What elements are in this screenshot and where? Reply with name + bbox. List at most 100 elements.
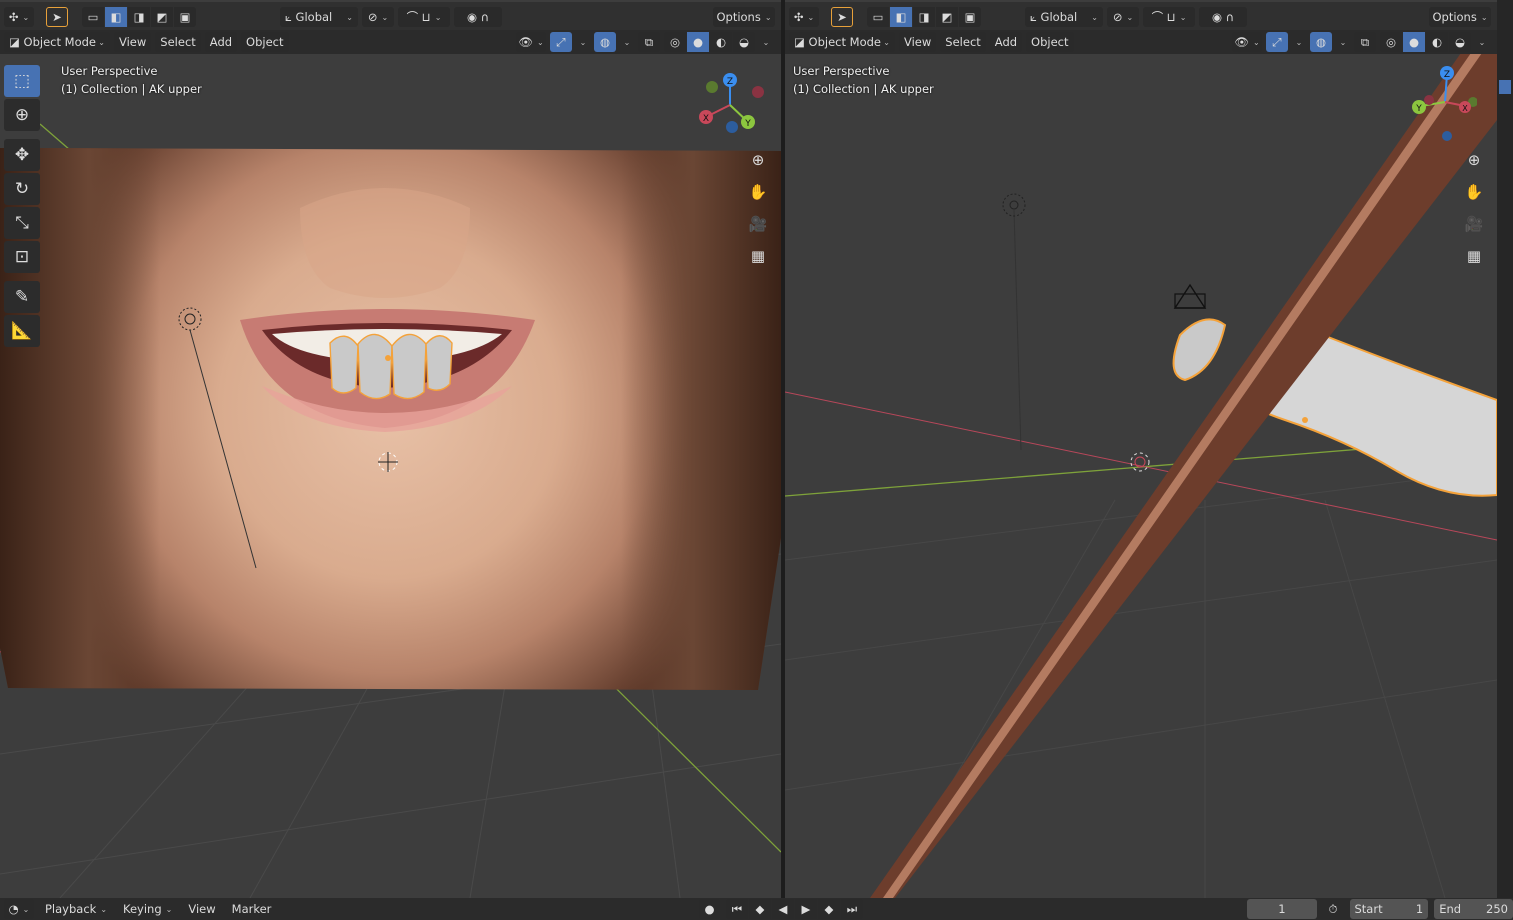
gizmo-dropdown[interactable]: ⌄	[1292, 32, 1306, 52]
overlay-toggle[interactable]: ◍	[1310, 32, 1332, 52]
select-tool-button[interactable]: ➤	[831, 7, 853, 27]
orientation-dropdown[interactable]: ⟀ Global ⌄	[280, 7, 358, 27]
tool-transform[interactable]: ⊡	[4, 241, 40, 273]
select-invert-button[interactable]: ◩	[936, 7, 958, 27]
record-button[interactable]: ●	[698, 899, 720, 919]
gizmo-dropdown[interactable]: ⌄	[576, 32, 590, 52]
timeline-editor-type[interactable]: ◔ ⌄	[4, 899, 34, 919]
pivot-dropdown[interactable]: ⊘ ⌄	[362, 7, 394, 27]
proportional-edit-dropdown[interactable]: ◉ ∩	[1199, 7, 1247, 27]
gizmo-toggle[interactable]: ⤢	[1266, 32, 1288, 52]
menu-add[interactable]: Add	[204, 32, 238, 52]
gizmo-toggle[interactable]: ⤢	[550, 32, 572, 52]
options-dropdown[interactable]: Options ⌄	[713, 7, 775, 27]
menu-view[interactable]: View	[899, 32, 937, 52]
shading-solid[interactable]: ●	[1403, 32, 1425, 52]
mode-dropdown[interactable]: ◪ Object Mode ⌄	[4, 32, 110, 52]
properties-panel-edge[interactable]	[1497, 0, 1513, 898]
next-keyframe-button[interactable]: ◆	[817, 899, 840, 919]
tool-select-box[interactable]: ⬚	[4, 65, 40, 97]
left-navigation-gizmo[interactable]: Z X Y	[690, 70, 770, 140]
select-new-button[interactable]: ▭	[867, 7, 889, 27]
tool-measure[interactable]: 📐	[4, 315, 40, 347]
shading-solid[interactable]: ●	[687, 32, 709, 52]
visibility-dropdown[interactable]: 👁 ⌄	[516, 32, 546, 52]
shading-rendered[interactable]: ◒	[1449, 32, 1471, 52]
jump-start-button[interactable]: ⏮	[725, 899, 748, 919]
proportional-edit-dropdown[interactable]: ◉ ∩	[454, 7, 502, 27]
select-invert-button[interactable]: ◩	[151, 7, 173, 27]
orientation-dropdown[interactable]: ⟀ Global ⌄	[1025, 7, 1103, 27]
play-reverse-button[interactable]: ◀	[771, 899, 794, 919]
grid-icon: ▦	[1466, 247, 1482, 265]
ortho-toggle-button[interactable]: ▦	[745, 244, 771, 268]
zoom-button[interactable]: ⊕	[1461, 148, 1487, 172]
select-intersect-button[interactable]: ▣	[959, 7, 981, 27]
tool-annotate[interactable]: ✎	[4, 281, 40, 313]
left-3d-viewport[interactable]: ✣ ⌄ ➤ ▭ ◧ ◨ ◩ ▣ ⟀ Global ⌄ ⊘ ⌄ ⌒ ⊔ ⌄ ◉ ∩ Opt…	[0, 0, 781, 898]
options-label: Options	[716, 10, 761, 24]
mode-dropdown[interactable]: ◪ Object Mode ⌄	[789, 32, 895, 52]
start-frame-field[interactable]: Start 1	[1349, 899, 1429, 919]
tool-move[interactable]: ✥	[4, 139, 40, 171]
tool-rotate[interactable]: ↻	[4, 173, 40, 205]
right-navigation-gizmo[interactable]: Z Y X	[1407, 62, 1477, 142]
menu-select[interactable]: Select	[940, 32, 986, 52]
select-extend-button[interactable]: ◧	[890, 7, 912, 27]
select-extend-button[interactable]: ◧	[105, 7, 127, 27]
shading-material[interactable]: ◐	[710, 32, 732, 52]
pan-button[interactable]: ✋	[745, 180, 771, 204]
menu-playback[interactable]: Playback ⌄	[40, 899, 112, 919]
shading-wireframe[interactable]: ◎	[1380, 32, 1402, 52]
pivot-icon: ⊘	[367, 10, 378, 24]
play-button[interactable]: ▶	[794, 899, 817, 919]
menu-view[interactable]: View	[114, 32, 152, 52]
menu-select[interactable]: Select	[155, 32, 201, 52]
select-tool-button[interactable]: ➤	[46, 7, 68, 27]
right-3d-viewport[interactable]: ✣ ⌄ ➤ ▭ ◧ ◨ ◩ ▣ ⟀ Global ⌄ ⊘ ⌄ ⌒ ⊔ ⌄ ◉ ∩ Opt…	[785, 0, 1497, 898]
shading-wireframe[interactable]: ◎	[664, 32, 686, 52]
menu-timeline-view[interactable]: View	[183, 899, 220, 919]
options-dropdown[interactable]: Options ⌄	[1429, 7, 1491, 27]
tool-cursor[interactable]: ⊕	[4, 99, 40, 131]
pan-button[interactable]: ✋	[1461, 180, 1487, 204]
preview-range-button[interactable]: ⏱	[1323, 899, 1344, 919]
editor-type-button[interactable]: ✣ ⌄	[789, 7, 819, 27]
shading-dropdown[interactable]: ⌄	[759, 32, 773, 52]
select-subtract-button[interactable]: ◨	[913, 7, 935, 27]
camera-view-button[interactable]: 🎥	[1461, 212, 1487, 236]
xray-toggle[interactable]: ⧉	[1354, 32, 1376, 52]
visibility-dropdown[interactable]: 👁 ⌄	[1232, 32, 1262, 52]
shading-dropdown[interactable]: ⌄	[1475, 32, 1489, 52]
select-intersect-icon: ▣	[964, 10, 976, 24]
orientation-icon: ⟀	[285, 9, 292, 24]
menu-keying[interactable]: Keying ⌄	[118, 899, 177, 919]
menu-object[interactable]: Object	[241, 32, 289, 52]
zoom-button[interactable]: ⊕	[745, 148, 771, 172]
menu-add[interactable]: Add	[989, 32, 1023, 52]
snap-dropdown[interactable]: ⌒ ⊔ ⌄	[398, 7, 450, 27]
camera-view-button[interactable]: 🎥	[745, 212, 771, 236]
shading-rendered[interactable]: ◒	[733, 32, 755, 52]
select-new-button[interactable]: ▭	[82, 7, 104, 27]
select-subtract-button[interactable]: ◨	[128, 7, 150, 27]
overlay-dropdown[interactable]: ⌄	[1336, 32, 1350, 52]
pivot-dropdown[interactable]: ⊘ ⌄	[1107, 7, 1139, 27]
select-intersect-button[interactable]: ▣	[174, 7, 196, 27]
snap-dropdown[interactable]: ⌒ ⊔ ⌄	[1143, 7, 1195, 27]
overlay-toggle[interactable]: ◍	[594, 32, 616, 52]
jump-end-button[interactable]: ⏭	[840, 899, 863, 919]
editor-type-button[interactable]: ✣ ⌄	[4, 7, 34, 27]
xray-toggle[interactable]: ⧉	[638, 32, 660, 52]
select-extend-icon: ◧	[895, 10, 907, 24]
prev-keyframe-button[interactable]: ◆	[748, 899, 771, 919]
shading-material[interactable]: ◐	[1426, 32, 1448, 52]
menu-marker[interactable]: Marker	[227, 899, 277, 919]
current-frame-field[interactable]: 1	[1247, 899, 1317, 919]
overlay-dropdown[interactable]: ⌄	[620, 32, 634, 52]
menu-object[interactable]: Object	[1026, 32, 1074, 52]
tool-scale[interactable]: ⤡	[4, 207, 40, 239]
ortho-toggle-button[interactable]: ▦	[1461, 244, 1487, 268]
end-frame-field[interactable]: End 250	[1434, 899, 1513, 919]
gizmo-x-label: X	[703, 114, 709, 124]
